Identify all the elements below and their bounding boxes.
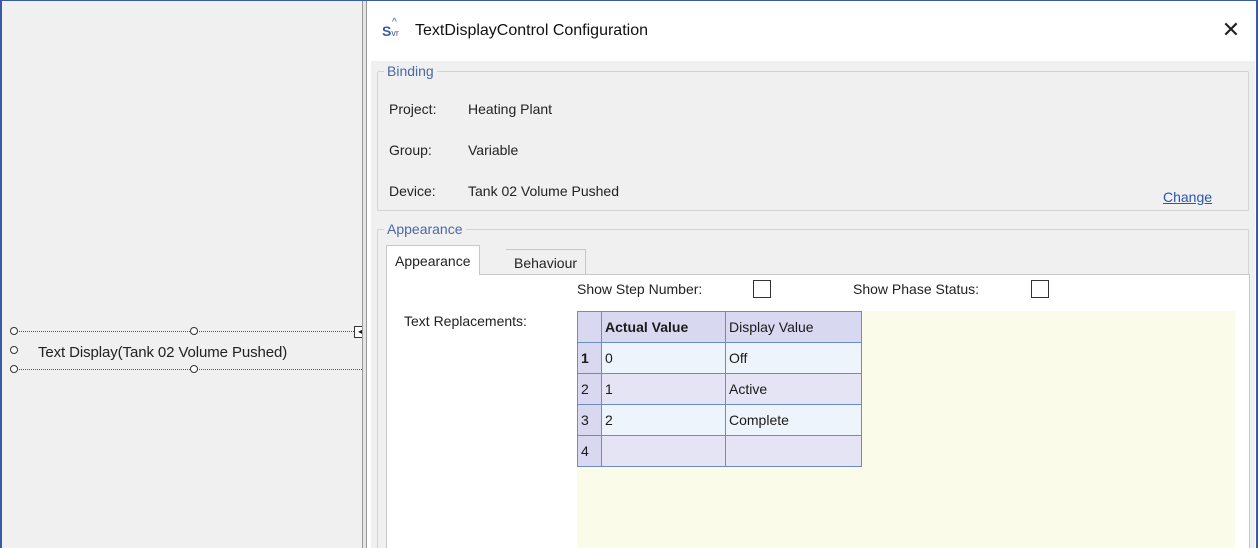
show-step-number-checkbox[interactable]	[753, 280, 771, 298]
row-header[interactable]: 1	[577, 342, 602, 374]
resize-handle-left[interactable]	[10, 346, 18, 354]
table-row[interactable]: 1 0 Off	[577, 342, 862, 374]
change-link[interactable]: Change	[1163, 189, 1212, 205]
text-display-control[interactable]: ◂ Text Display(Tank 02 Volume Pushed)	[10, 326, 366, 373]
tab-behaviour[interactable]: Behaviour	[506, 249, 587, 275]
grid-corner[interactable]	[577, 311, 602, 343]
row-header[interactable]: 3	[577, 404, 602, 436]
table-row[interactable]: 2 1 Active	[577, 373, 862, 405]
display-value-cell[interactable]: Complete	[725, 404, 862, 436]
group-label: Group:	[389, 142, 432, 158]
resize-handle-top-left[interactable]	[10, 327, 18, 335]
binding-group: Binding Project: Heating Plant Group: Va…	[377, 63, 1249, 211]
group-value: Variable	[468, 142, 519, 158]
resize-handle-bottom-left[interactable]	[10, 365, 18, 373]
project-value: Heating Plant	[468, 101, 553, 117]
dialog-title: TextDisplayControl Configuration	[415, 22, 648, 39]
binding-legend: Binding	[384, 63, 437, 79]
control-label: Text Display(Tank 02 Volume Pushed)	[38, 344, 288, 361]
row-header[interactable]: 4	[577, 435, 602, 467]
resize-handle-top[interactable]	[190, 327, 198, 335]
actual-value-cell[interactable]: 1	[601, 373, 726, 405]
show-phase-status-checkbox[interactable]	[1031, 280, 1049, 298]
project-label: Project:	[389, 101, 437, 117]
show-step-number-label: Show Step Number:	[577, 281, 703, 297]
appearance-legend: Appearance	[384, 221, 466, 237]
grid-header-row: Actual Value Display Value	[577, 311, 862, 343]
selection-border-top	[14, 331, 364, 332]
resize-handle-bottom[interactable]	[190, 365, 198, 373]
display-value-cell[interactable]	[725, 435, 862, 467]
replacements-table[interactable]: Actual Value Display Value 1 0 Off 2 1 A…	[577, 311, 862, 467]
device-label: Device:	[389, 183, 436, 199]
close-icon[interactable]: ✕	[1216, 15, 1246, 45]
appearance-tab-page: Show Step Number: Show Phase Status: Tex…	[386, 274, 1250, 548]
title-bar[interactable]: Svr ^ TextDisplayControl Configuration ✕	[368, 1, 1256, 61]
show-phase-status-label: Show Phase Status:	[853, 281, 980, 297]
actual-value-cell[interactable]	[601, 435, 726, 467]
designer-canvas[interactable]: ◂ Text Display(Tank 02 Volume Pushed)	[2, 1, 366, 548]
table-row[interactable]: 4	[577, 435, 862, 467]
dialog-content: Binding Project: Heating Plant Group: Va…	[371, 61, 1255, 548]
tab-appearance[interactable]: Appearance	[386, 245, 480, 275]
text-replacements-grid[interactable]: Actual Value Display Value 1 0 Off 2 1 A…	[577, 311, 1235, 548]
row-header[interactable]: 2	[577, 373, 602, 405]
selection-border-bottom	[14, 369, 364, 370]
device-value: Tank 02 Volume Pushed	[468, 183, 619, 199]
config-dialog: Svr ^ TextDisplayControl Configuration ✕…	[368, 1, 1256, 548]
appearance-group: Appearance Appearance Behaviour Show Ste…	[377, 221, 1250, 548]
table-row[interactable]: 3 2 Complete	[577, 404, 862, 436]
actual-value-cell[interactable]: 0	[601, 342, 726, 374]
column-header-display-value[interactable]: Display Value	[725, 311, 862, 343]
text-replacements-label: Text Replacements:	[404, 313, 527, 329]
display-value-cell[interactable]: Off	[725, 342, 862, 374]
actual-value-cell[interactable]: 2	[601, 404, 726, 436]
display-value-cell[interactable]: Active	[725, 373, 862, 405]
column-header-actual-value[interactable]: Actual Value	[601, 311, 726, 343]
app-icon: Svr ^	[382, 17, 399, 39]
